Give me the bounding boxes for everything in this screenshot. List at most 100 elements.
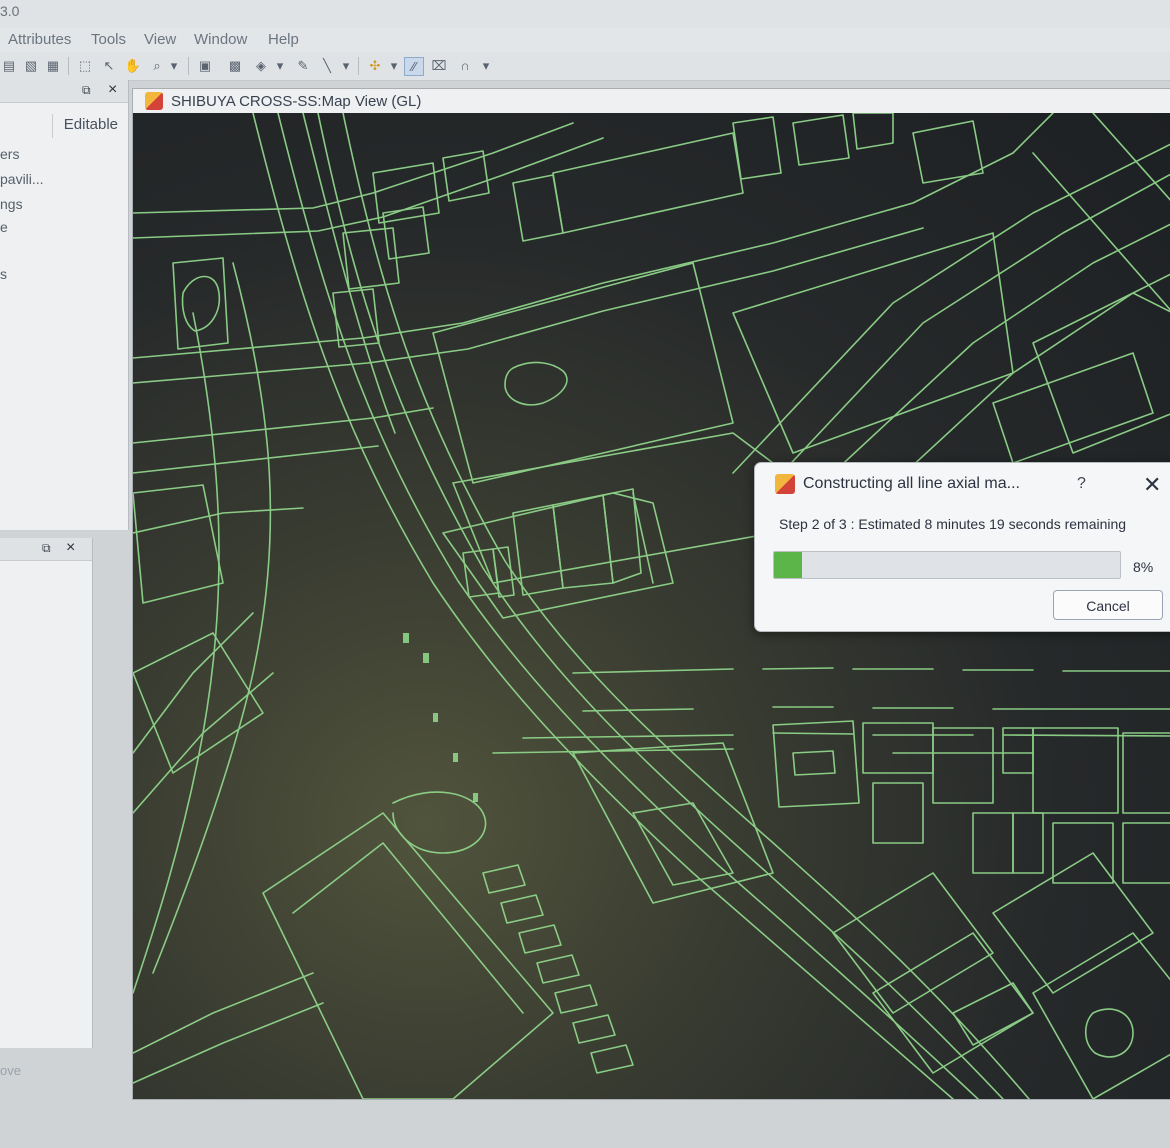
road-line — [152, 262, 272, 974]
map-view-title-bar: SHIBUYA CROSS-SS:Map View (GL) — [133, 89, 1170, 113]
building-outline — [552, 132, 744, 234]
road-line — [762, 667, 1170, 672]
attribute-table-icon[interactable]: ▦ — [44, 57, 62, 74]
layers-panel: ⧉ × Editable ers pavili... ngs e s — [0, 80, 129, 530]
app-title-fragment: 3.0 — [0, 3, 20, 19]
select-icon[interactable]: ⬚ — [76, 57, 94, 74]
road-line — [762, 173, 1170, 494]
help-icon[interactable]: ? — [1077, 475, 1086, 493]
close-panel-icon[interactable]: × — [66, 539, 75, 557]
tree-item[interactable]: pavili... — [0, 171, 44, 187]
map-view-title: SHIBUYA CROSS-SS:Map View (GL) — [171, 93, 422, 110]
menu-window[interactable]: Window — [194, 31, 247, 48]
tree-item[interactable]: e — [0, 219, 8, 235]
tree-item[interactable]: s — [0, 266, 7, 282]
attributes-panel-header: ⧉ × — [0, 538, 92, 561]
building-outline — [1122, 732, 1170, 814]
panel-bottom-label: ove — [0, 1063, 21, 1078]
building-outline — [972, 812, 1014, 874]
road-line — [133, 445, 379, 474]
pencil-icon[interactable]: ✎ — [294, 57, 312, 74]
road-marking — [423, 653, 429, 663]
building-outline — [482, 864, 526, 894]
line-tool-icon[interactable]: ╲ — [318, 57, 336, 74]
building-outline — [432, 262, 734, 484]
road-line — [133, 227, 924, 384]
link-icon[interactable]: ∩ — [456, 57, 474, 74]
building-outline — [181, 275, 220, 332]
road-marking — [453, 753, 458, 762]
unlink-icon[interactable]: ⌧ — [430, 57, 448, 74]
road-line — [133, 312, 220, 994]
cancel-button[interactable]: Cancel — [1053, 590, 1163, 620]
menu-bar: Attributes Tools View Window Help — [0, 28, 1170, 52]
fill-dropdown-icon[interactable]: ▾ — [274, 57, 286, 74]
tree-item[interactable]: ngs — [0, 196, 23, 212]
road-line — [832, 223, 1170, 474]
building-outline — [292, 842, 524, 1014]
menu-tools[interactable]: Tools — [91, 31, 126, 48]
menu-view[interactable]: View — [144, 31, 176, 48]
building-outline — [512, 174, 564, 242]
menu-help[interactable]: Help — [268, 31, 299, 48]
building-outline — [133, 632, 264, 774]
building-outline — [952, 982, 1034, 1046]
progress-bar-fill — [774, 552, 802, 578]
building-outline — [872, 932, 1034, 1074]
grid-icon[interactable]: ▣ — [196, 57, 214, 74]
menu-attributes[interactable]: Attributes — [8, 31, 71, 48]
progress-percent: 8% — [1133, 559, 1154, 575]
zoom-dropdown-icon[interactable]: ▾ — [168, 57, 180, 74]
join-icon[interactable]: ✣ — [366, 57, 384, 74]
join-dropdown-icon[interactable]: ▾ — [388, 57, 400, 74]
building-outline — [392, 791, 487, 854]
link-dropdown-icon[interactable]: ▾ — [480, 57, 492, 74]
building-outline — [632, 492, 654, 584]
close-icon[interactable]: ✕ — [1143, 472, 1161, 498]
fill-bucket-icon[interactable]: ◈ — [252, 57, 270, 74]
building-outline — [512, 504, 564, 596]
building-outline — [554, 984, 598, 1014]
road-line — [133, 1002, 324, 1084]
zoom-icon[interactable]: ⌕ — [148, 57, 166, 74]
road-line — [302, 113, 396, 434]
building-outline — [862, 722, 934, 774]
building-outline — [932, 727, 994, 804]
line-dropdown-icon[interactable]: ▾ — [340, 57, 352, 74]
building-outline — [500, 894, 544, 924]
road-line — [582, 706, 1170, 712]
building-outline — [792, 114, 850, 166]
building-outline — [1032, 932, 1170, 1099]
road-marking — [473, 793, 478, 802]
fill-grid-icon[interactable]: ▩ — [226, 57, 244, 74]
axial-line-icon[interactable]: ⁄⁄ — [404, 57, 424, 76]
float-panel-icon[interactable]: ⧉ — [42, 541, 51, 556]
layer-remove-icon[interactable]: ▧ — [22, 57, 40, 74]
app-title-bar: 3.0 — [0, 0, 1170, 28]
road-line — [133, 113, 1054, 359]
app-logo-icon — [145, 92, 163, 110]
building-outline — [1032, 727, 1119, 814]
toolbar: ▤ ▧ ▦ ⬚ ↖ ✋ ⌕ ▾ ▣ ▩ ◈ ▾ ✎ ╲ ▾ ✣ ▾ ⁄⁄ ⌧ ∩… — [0, 52, 1170, 81]
pointer-icon[interactable]: ↖ — [100, 57, 118, 74]
building-outline — [632, 802, 734, 886]
building-outline — [1032, 292, 1170, 454]
float-panel-icon[interactable]: ⧉ — [82, 83, 91, 98]
building-outline — [262, 812, 554, 1099]
tree-item[interactable]: ers — [0, 146, 19, 162]
road-line — [133, 122, 574, 214]
building-outline — [1084, 1008, 1134, 1058]
layers-panel-header: ⧉ × — [0, 80, 128, 103]
hand-pan-icon[interactable]: ✋ — [124, 57, 142, 74]
road-line — [133, 972, 314, 1054]
progress-bar — [773, 551, 1121, 579]
dialog-title: Constructing all line axial ma... — [803, 475, 1020, 492]
progress-status-text: Step 2 of 3 : Estimated 8 minutes 19 sec… — [779, 516, 1127, 532]
close-panel-icon[interactable]: × — [108, 81, 117, 99]
building-outline — [1052, 822, 1114, 884]
app-logo-icon — [775, 474, 795, 494]
road-line — [572, 668, 734, 674]
layer-add-icon[interactable]: ▤ — [0, 57, 18, 74]
building-outline — [732, 116, 782, 180]
road-line — [882, 273, 1170, 494]
